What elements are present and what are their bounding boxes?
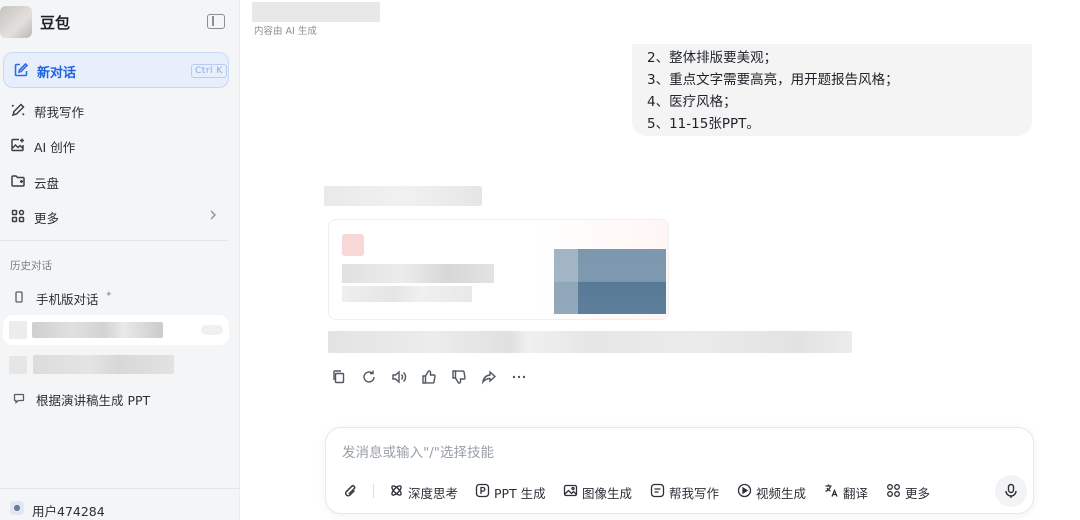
brand-avatar [0, 6, 32, 38]
copy-icon[interactable] [330, 368, 348, 386]
writing-icon [650, 483, 665, 498]
ai-generated-note: 内容由 AI 生成 [254, 26, 317, 37]
history-item-label: 手机版对话 [36, 292, 99, 307]
sidebar-divider [0, 240, 228, 241]
sidebar-item-label: 云盘 [34, 176, 60, 191]
more-icon[interactable] [510, 368, 528, 386]
redacted-response-header [324, 186, 482, 206]
redacted-response-text [328, 331, 852, 353]
atom-icon [391, 485, 402, 496]
sidebar-item-writing[interactable]: 帮我写作 [3, 95, 229, 125]
history-item-ppt[interactable]: 根据演讲稿生成 PPT [3, 383, 229, 413]
sidebar: 豆包 新对话 Ctrl K 帮我写作 AI 创作 云盘 更多 历史对话 手机版对… [0, 0, 240, 520]
history-item-redacted[interactable] [3, 350, 229, 380]
tool-label: PPT 生成 [494, 486, 546, 501]
message-line: 2、整体排版要美观； [647, 50, 778, 66]
phone-icon [15, 291, 23, 303]
history-item-label: 根据演讲稿生成 PPT [36, 393, 151, 408]
sidebar-item-label: 更多 [34, 211, 60, 226]
microphone-icon [1005, 483, 1017, 498]
user-message-bubble: 2、整体排版要美观； 3、重点文字需要高亮，用开题报告风格； 4、医疗风格； 5… [632, 44, 1032, 136]
history-item-redacted-active[interactable] [3, 315, 229, 345]
image-icon [563, 484, 578, 497]
tool-label: 图像生成 [582, 486, 633, 501]
history-item-phone-chat[interactable]: 手机版对话 ✦ [3, 282, 229, 312]
message-line: 4、医疗风格； [647, 94, 737, 110]
redacted-header [252, 2, 380, 22]
toolbar-separator [373, 484, 374, 498]
message-composer: 深度思考 PPT 生成 图像生成 帮我写作 视频生成 [325, 427, 1034, 514]
video-icon [737, 483, 752, 498]
new-chat-label: 新对话 [37, 66, 77, 81]
ppt-icon [475, 483, 490, 498]
chat-bubble-icon [13, 393, 25, 404]
message-line: 3、重点文字需要高亮，用开题报告风格； [647, 72, 899, 88]
translate-icon [825, 484, 838, 497]
sidebar-item-label: AI 创作 [34, 140, 76, 155]
tool-label: 帮我写作 [669, 486, 720, 501]
redacted-card-title [342, 264, 494, 283]
apps-grid-icon [11, 209, 25, 223]
thumbs-up-icon[interactable] [420, 368, 438, 386]
thumbs-down-icon[interactable] [450, 368, 468, 386]
shortcut-hint: Ctrl K [191, 64, 227, 78]
tool-label: 翻译 [843, 486, 869, 501]
edit-icon [14, 62, 29, 77]
new-chat-button[interactable]: 新对话 Ctrl K [3, 52, 229, 88]
user-name: 用户474284 [32, 504, 105, 519]
redacted-title [33, 355, 174, 374]
ppt-result-card[interactable] [328, 219, 669, 320]
image-spark-icon [11, 138, 24, 152]
redacted-icon [9, 356, 27, 374]
sidebar-item-more[interactable]: 更多 [3, 201, 229, 231]
redacted-card-subtitle [342, 286, 472, 302]
redacted-icon [9, 321, 27, 339]
pin-icon: ✦ [105, 290, 113, 300]
message-line: 5、11-15张PPT。 [647, 116, 760, 132]
user-icon: ● [10, 501, 24, 515]
grid-icon [887, 484, 900, 497]
brand-header: 豆包 [0, 6, 240, 38]
tool-label: 视频生成 [756, 486, 807, 501]
speaker-icon[interactable] [390, 368, 408, 386]
tool-label: 深度思考 [408, 486, 459, 501]
ppt-thumbnail [554, 249, 666, 314]
message-input[interactable] [342, 442, 942, 464]
chat-main: 内容由 AI 生成 2、整体排版要美观； 3、重点文字需要高亮，用开题报告风格；… [240, 0, 1080, 520]
cloud-drive-icon [11, 175, 25, 187]
redacted-title [32, 322, 163, 338]
regenerate-icon[interactable] [360, 368, 378, 386]
redacted-action [201, 325, 223, 335]
pen-icon [11, 103, 25, 117]
paperclip-icon[interactable] [342, 482, 360, 500]
sidebar-item-label: 帮我写作 [34, 105, 85, 120]
ppt-file-icon [342, 234, 364, 256]
chevron-right-icon [210, 210, 216, 220]
brand-name: 豆包 [40, 14, 71, 32]
share-icon[interactable] [480, 368, 498, 386]
user-profile[interactable]: ● 用户474284 [0, 488, 240, 520]
sidebar-item-cloud-drive[interactable]: 云盘 [3, 166, 229, 196]
history-section-title: 历史对话 [10, 260, 52, 272]
tool-label: 更多 [905, 486, 931, 501]
sidebar-toggle-icon[interactable] [207, 14, 225, 29]
sidebar-item-ai-create[interactable]: AI 创作 [3, 130, 229, 160]
voice-input-button[interactable] [995, 475, 1027, 507]
